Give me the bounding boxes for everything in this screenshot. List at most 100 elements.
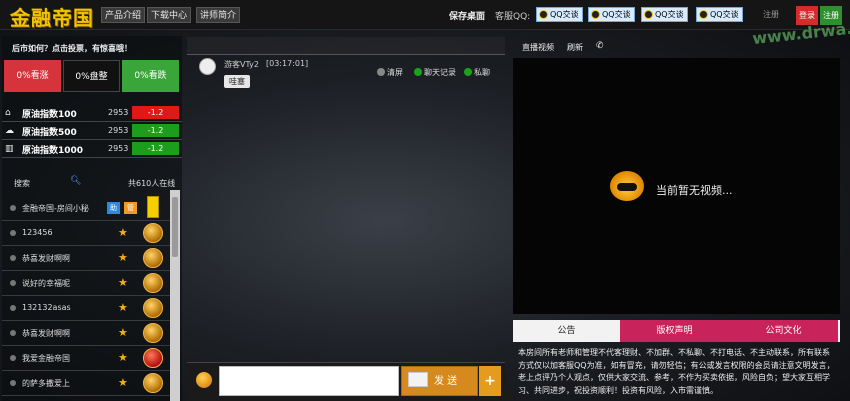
user-list-item[interactable]: 的萨多撒爱上 ★ bbox=[2, 371, 170, 396]
chat-username[interactable]: 游客VTy2 bbox=[224, 59, 259, 70]
index-row[interactable]: ▥ 原油指数1000 2953 -1.2 bbox=[2, 140, 182, 158]
phone-icon[interactable]: ✆ bbox=[596, 41, 604, 51]
qq-icon bbox=[591, 10, 600, 19]
index-value: 2953 bbox=[108, 126, 129, 135]
qq-chat-label: QQ交谈 bbox=[550, 10, 579, 19]
user-name: 金融帝国-房间小秘 bbox=[22, 204, 89, 213]
medal-icon: ★ bbox=[118, 226, 128, 239]
emoji-icon[interactable] bbox=[196, 372, 212, 388]
search-label[interactable]: 搜索 bbox=[14, 178, 30, 189]
qq-icon bbox=[644, 10, 653, 19]
mascot-logo-icon bbox=[610, 171, 644, 201]
user-name: 说好的幸福呢 bbox=[22, 279, 70, 288]
status-dot bbox=[10, 255, 16, 261]
check-icon bbox=[464, 68, 472, 76]
logo[interactable]: 金融帝国 bbox=[10, 2, 94, 31]
user-list-item[interactable]: 132132asas ★ bbox=[2, 296, 170, 321]
status-dot bbox=[10, 330, 16, 336]
vote-flat-button[interactable]: 0%盘整 bbox=[63, 60, 120, 92]
index-row[interactable]: ☁ 原油指数500 2953 -1.2 bbox=[2, 122, 182, 140]
tab-copyright[interactable]: 版权声明 bbox=[620, 320, 729, 342]
online-count: 共610人在线 bbox=[128, 179, 176, 188]
qq-chat-button[interactable]: QQ交谈 bbox=[588, 7, 635, 22]
vote-fall-button[interactable]: 0%看跌 bbox=[122, 60, 179, 92]
rank-badge-icon bbox=[143, 323, 163, 343]
rank-ribbon-icon bbox=[147, 196, 159, 218]
rank-badge-icon bbox=[143, 348, 163, 368]
medal-icon: ★ bbox=[118, 326, 128, 339]
qq-icon bbox=[539, 10, 548, 19]
nav-product-intro[interactable]: 产品介绍 bbox=[101, 7, 146, 23]
qq-chat-button[interactable]: QQ交谈 bbox=[536, 7, 583, 22]
register-link[interactable]: 注册 bbox=[763, 9, 779, 20]
clear-screen-button[interactable]: 清屏 bbox=[377, 67, 403, 78]
announcement-text: 本房间所有老师和管理不代客理财、不加群、不私聊、不打电话、不主动联系，所有联系方… bbox=[518, 348, 835, 395]
chat-header bbox=[187, 37, 505, 55]
medal-icon: ★ bbox=[118, 251, 128, 264]
tool-label: 清屏 bbox=[387, 68, 403, 77]
user-name: 123456 bbox=[22, 228, 53, 237]
chat-message: 哇塞 bbox=[224, 75, 250, 88]
qq-service-label: 客服QQ: bbox=[495, 12, 531, 22]
user-name: 的萨多撒爱上 bbox=[22, 379, 70, 388]
user-name: 我爱金融帝国 bbox=[22, 354, 70, 363]
index-value: 2953 bbox=[108, 144, 129, 153]
manager-badge: 管 bbox=[124, 202, 137, 214]
scrollbar-thumb[interactable] bbox=[172, 197, 178, 257]
status-dot bbox=[10, 205, 16, 211]
bars-icon: ▥ bbox=[5, 144, 14, 154]
qq-icon bbox=[699, 10, 708, 19]
user-list-item[interactable]: 说好的幸福呢 ★ bbox=[2, 271, 170, 296]
rank-badge-icon bbox=[143, 248, 163, 268]
user-list-item[interactable]: 恭喜发财啊啊 ★ bbox=[2, 321, 170, 346]
message-input[interactable] bbox=[219, 366, 399, 396]
qq-chat-label: QQ交谈 bbox=[602, 10, 631, 19]
status-dot bbox=[10, 230, 16, 236]
chat-history-button[interactable]: 聊天记录 bbox=[414, 67, 456, 78]
index-change: -1.2 bbox=[132, 124, 179, 137]
medal-icon: ★ bbox=[118, 276, 128, 289]
refresh-button[interactable]: 刷新 bbox=[567, 42, 583, 53]
medal-icon: ★ bbox=[118, 376, 128, 389]
rank-badge-icon bbox=[143, 298, 163, 318]
nav-lecturer-intro[interactable]: 讲师简介 bbox=[196, 7, 241, 23]
index-name: 原油指数500 bbox=[22, 128, 77, 138]
qq-chat-button[interactable]: QQ交谈 bbox=[696, 7, 743, 22]
index-change: -1.2 bbox=[132, 142, 179, 155]
tool-label: 聊天记录 bbox=[424, 68, 456, 77]
tab-live-video[interactable]: 直播视频 bbox=[522, 42, 554, 53]
nav-download-center[interactable]: 下载中心 bbox=[147, 7, 192, 23]
add-button[interactable]: + bbox=[479, 366, 501, 396]
status-dot bbox=[10, 380, 16, 386]
tool-label: 私聊 bbox=[474, 68, 490, 77]
tab-announcement[interactable]: 公告 bbox=[513, 320, 620, 342]
qq-chat-button[interactable]: QQ交谈 bbox=[641, 7, 688, 22]
index-change: -1.2 bbox=[132, 106, 179, 119]
tab-company-culture[interactable]: 公司文化 bbox=[729, 320, 838, 342]
index-name: 原油指数100 bbox=[22, 110, 77, 120]
index-name: 原油指数1000 bbox=[22, 146, 84, 156]
user-list-item[interactable]: 123456 ★ bbox=[2, 221, 170, 246]
search-icon[interactable]: 🔍︎ bbox=[70, 176, 81, 186]
user-name: 恭喜发财啊啊 bbox=[22, 254, 70, 263]
status-dot bbox=[10, 305, 16, 311]
qq-chat-label: QQ交谈 bbox=[655, 10, 684, 19]
avatar[interactable] bbox=[199, 58, 216, 75]
user-list-item[interactable]: 金融帝国-房间小秘 助 管 bbox=[2, 196, 170, 221]
private-chat-button[interactable]: 私聊 bbox=[464, 67, 490, 78]
check-icon bbox=[414, 68, 422, 76]
no-video-text: 当前暂无视频... bbox=[656, 184, 733, 197]
user-list-item[interactable]: 我爱金融帝国 ★ bbox=[2, 346, 170, 371]
index-row[interactable]: ⌂ 原油指数100 2953 -1.2 bbox=[2, 104, 182, 122]
medal-icon: ★ bbox=[118, 351, 128, 364]
house-icon: ⌂ bbox=[5, 108, 11, 118]
user-list-item[interactable]: 恭喜发财啊啊 ★ bbox=[2, 246, 170, 271]
vote-notice[interactable]: 后市如何？点击投票，有惊喜哦！ bbox=[12, 43, 132, 54]
rank-badge-icon bbox=[143, 273, 163, 293]
chat-timestamp: [03:17:01] bbox=[266, 59, 309, 68]
save-desktop-link[interactable]: 保存桌面 bbox=[449, 9, 485, 22]
assistant-badge: 助 bbox=[107, 202, 120, 214]
qq-chat-label: QQ交谈 bbox=[710, 10, 739, 19]
user-name: 132132asas bbox=[22, 303, 71, 312]
vote-rise-button[interactable]: 0%看涨 bbox=[4, 60, 61, 92]
